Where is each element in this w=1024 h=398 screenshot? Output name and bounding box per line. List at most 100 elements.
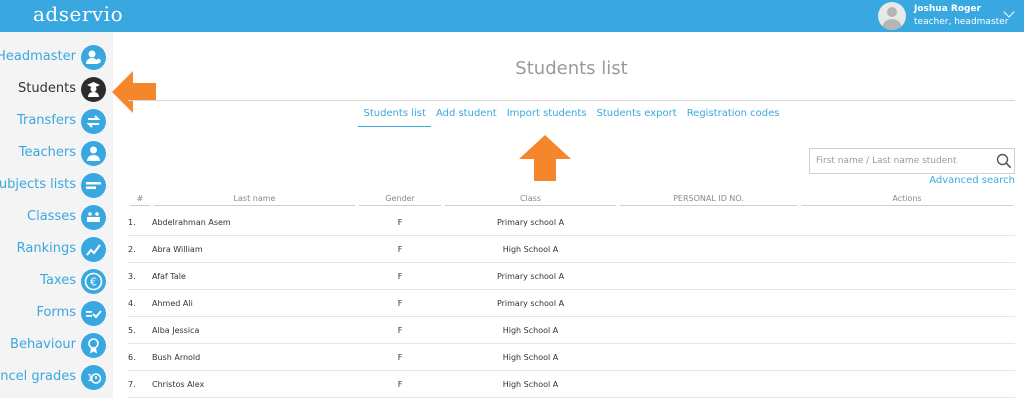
students-table: # Last name Gender Class PERSONAL ID NO.… — [128, 194, 1015, 398]
student-gender: F — [357, 262, 443, 290]
sidebar-item-label: Teachers — [18, 145, 76, 160]
sidebar-item-label: Transfers — [16, 113, 76, 128]
sidebar-item-rankings[interactable]: Rankings — [0, 236, 113, 264]
row-number: 6. — [128, 343, 152, 371]
row-number: 3. — [128, 262, 152, 290]
column-header-number: # — [128, 194, 152, 209]
table-row: 6. Bush Arnold F High School A — [128, 343, 1015, 371]
sidebar: Headmaster Students Transfers Teachers S… — [0, 32, 113, 398]
student-class: High School A — [443, 370, 618, 398]
student-personal-id — [618, 262, 799, 290]
avatar-head-shape — [887, 7, 897, 17]
headmaster-icon — [81, 45, 106, 70]
chevron-down-icon[interactable] — [1003, 6, 1015, 18]
sidebar-item-students[interactable]: Students — [0, 76, 113, 104]
title-divider — [128, 100, 1015, 101]
sidebar-item-forms[interactable]: Forms — [0, 300, 113, 328]
table-row: 7. Christos Alex F High School A — [128, 370, 1015, 398]
student-personal-id — [618, 289, 799, 317]
search-icon[interactable] — [996, 153, 1012, 169]
column-header-last-name[interactable]: Last name — [152, 194, 357, 209]
column-header-class[interactable]: Class — [443, 194, 618, 209]
student-class: Primary school A — [443, 209, 618, 236]
row-number: 7. — [128, 370, 152, 398]
student-icon — [81, 77, 106, 102]
student-name-link[interactable]: Ahmed Ali — [152, 289, 357, 317]
search-input[interactable] — [816, 154, 986, 168]
row-actions — [799, 370, 1015, 398]
row-number: 5. — [128, 316, 152, 344]
student-gender: F — [357, 289, 443, 317]
row-actions — [799, 343, 1015, 371]
row-actions — [799, 316, 1015, 344]
column-header-gender[interactable]: Gender — [357, 194, 443, 209]
user-avatar[interactable] — [878, 2, 906, 30]
euro-icon: € — [81, 269, 106, 294]
student-class: Primary school A — [443, 262, 618, 290]
sidebar-item-label: Taxes — [40, 273, 76, 288]
tab-students-export[interactable]: Students export — [592, 108, 682, 126]
sidebar-item-teachers[interactable]: Teachers — [0, 140, 113, 168]
table-header-row: # Last name Gender Class PERSONAL ID NO.… — [128, 194, 1015, 209]
student-class: High School A — [443, 316, 618, 344]
sidebar-item-label: Cancel grades — [0, 369, 76, 384]
student-class: High School A — [443, 235, 618, 263]
sidebar-item-subjects-lists[interactable]: Subjects lists — [0, 172, 113, 200]
sidebar-item-cancel-grades[interactable]: Cancel grades 1 — [0, 364, 113, 392]
user-name[interactable]: Joshua Roger — [914, 4, 981, 14]
table-row: 3. Afaf Tale F Primary school A — [128, 262, 1015, 290]
tab-registration-codes[interactable]: Registration codes — [682, 108, 785, 126]
student-name-link[interactable]: Bush Arnold — [152, 343, 357, 371]
sidebar-item-label: Behaviour — [10, 337, 76, 352]
student-personal-id — [618, 235, 799, 263]
sidebar-item-transfers[interactable]: Transfers — [0, 108, 113, 136]
sidebar-item-headmaster[interactable]: Headmaster — [0, 44, 113, 72]
page-title: Students list — [515, 58, 628, 79]
student-personal-id — [618, 343, 799, 371]
row-number: 1. — [128, 209, 152, 236]
table-row: 1. Abdelrahman Asem F Primary school A — [128, 209, 1015, 236]
student-gender: F — [357, 343, 443, 371]
sidebar-item-taxes[interactable]: Taxes € — [0, 268, 113, 296]
sidebar-item-classes[interactable]: Classes — [0, 204, 113, 232]
table-row: 2. Abra William F High School A — [128, 235, 1015, 263]
student-name-link[interactable]: Afaf Tale — [152, 262, 357, 290]
row-actions — [799, 235, 1015, 263]
list-icon — [81, 173, 106, 198]
advanced-search-link[interactable]: Advanced search — [929, 175, 1015, 186]
column-header-actions: Actions — [799, 194, 1015, 209]
student-name-link[interactable]: Alba Jessica — [152, 316, 357, 344]
student-gender: F — [357, 370, 443, 398]
medal-icon — [81, 333, 106, 358]
sidebar-item-behaviour[interactable]: Behaviour — [0, 332, 113, 360]
teacher-icon — [81, 141, 106, 166]
tab-import-students[interactable]: Import students — [502, 108, 592, 126]
student-class: High School A — [443, 343, 618, 371]
student-name-link[interactable]: Abra William — [152, 235, 357, 263]
sidebar-item-label: Students — [18, 81, 76, 96]
student-personal-id — [618, 316, 799, 344]
transfer-arrows-icon — [81, 109, 106, 134]
tab-add-student[interactable]: Add student — [431, 108, 502, 126]
form-check-icon — [81, 301, 106, 326]
sidebar-item-label: Headmaster — [0, 49, 76, 64]
student-gender: F — [357, 209, 443, 236]
tab-students-list[interactable]: Students list — [358, 108, 431, 127]
row-number: 4. — [128, 289, 152, 317]
sidebar-item-label: Classes — [27, 209, 76, 224]
student-name-link[interactable]: Abdelrahman Asem — [152, 209, 357, 236]
top-bar: adservio Joshua Roger teacher, headmaste… — [0, 0, 1024, 32]
svg-text:€: € — [90, 276, 97, 289]
table-row: 4. Ahmed Ali F Primary school A — [128, 289, 1015, 317]
row-actions — [799, 209, 1015, 236]
sidebar-item-label: Forms — [36, 305, 76, 320]
search-box — [809, 148, 1015, 174]
sidebar-item-label: Rankings — [16, 241, 76, 256]
student-gender: F — [357, 235, 443, 263]
student-name-link[interactable]: Christos Alex — [152, 370, 357, 398]
table-row: 5. Alba Jessica F High School A — [128, 316, 1015, 344]
tab-bar: Students list Add student Import student… — [128, 108, 1015, 130]
app-logo[interactable]: adservio — [33, 2, 123, 26]
column-header-personal-id: PERSONAL ID NO. — [618, 194, 799, 209]
cancel-grade-icon: 1 — [81, 365, 106, 390]
